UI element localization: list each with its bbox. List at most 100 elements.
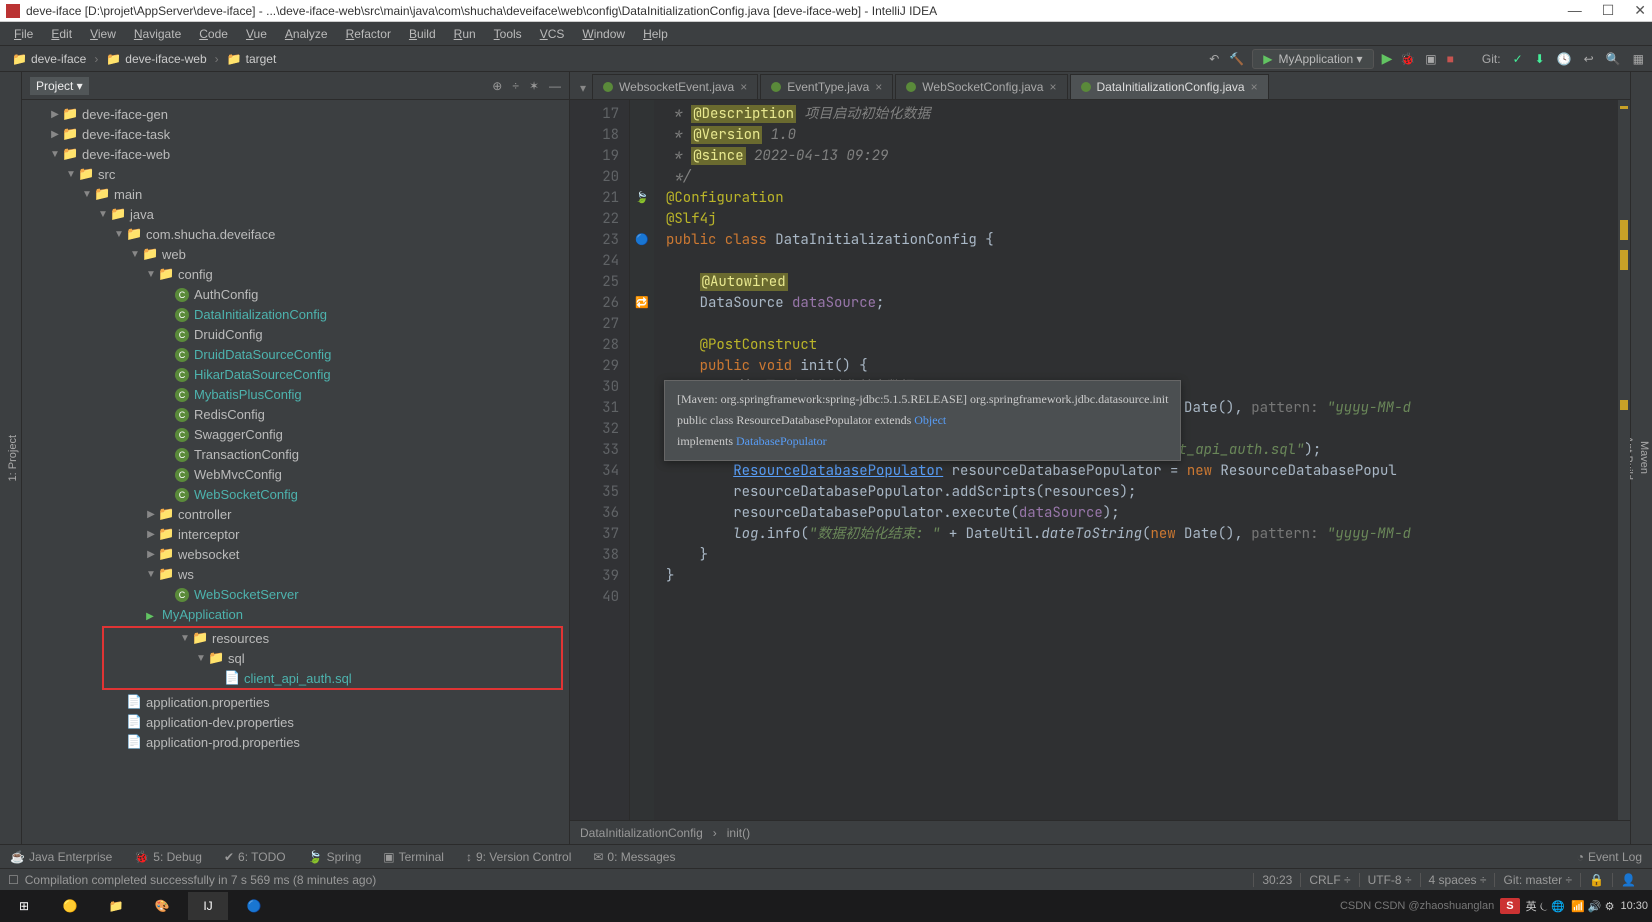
tree-node[interactable]: WebMvcConfig [22, 464, 569, 484]
hide-icon[interactable]: — [549, 79, 561, 93]
git-branch[interactable]: Git: master ÷ [1494, 873, 1580, 887]
tree-node[interactable]: MyApplication [22, 604, 569, 624]
code-editor[interactable]: [Maven: org.springframework:spring-jdbc:… [654, 100, 1630, 820]
menu-window[interactable]: Window [574, 24, 633, 44]
git-update-button[interactable]: ✓ [1511, 50, 1525, 68]
caret-position[interactable]: 30:23 [1253, 873, 1300, 887]
menu-view[interactable]: View [82, 24, 124, 44]
run-button[interactable]: ▶ [1382, 50, 1393, 67]
tree-node[interactable]: DataInitializationConfig [22, 304, 569, 324]
menu-help[interactable]: Help [635, 24, 676, 44]
todo-tab[interactable]: ✔ 6: TODO [220, 848, 290, 866]
tree-node[interactable]: RedisConfig [22, 404, 569, 424]
back-button[interactable]: ↶ [1207, 50, 1221, 68]
run-configuration-selector[interactable]: ▶ MyApplication ▾ [1252, 49, 1373, 69]
code-line[interactable] [666, 587, 1630, 608]
editor-tab[interactable]: WebsocketEvent.java× [592, 74, 758, 99]
git-history-button[interactable]: 🕓 [1555, 50, 1574, 68]
breadcrumb[interactable]: 📁target [221, 50, 283, 68]
indent-settings[interactable]: 4 spaces ÷ [1420, 873, 1495, 887]
inspector-icon[interactable]: 👤 [1612, 873, 1644, 887]
project-tree[interactable]: ▶📁deve-iface-gen▶📁deve-iface-task▼📁deve-… [22, 100, 569, 844]
tree-node[interactable]: ▼📁resources [104, 628, 561, 648]
editor-tab[interactable]: EventType.java× [760, 74, 893, 99]
tree-node[interactable]: ▼📁src [22, 164, 569, 184]
menu-code[interactable]: Code [191, 24, 236, 44]
tree-node[interactable]: ▼📁web [22, 244, 569, 264]
clock[interactable]: 10:30 [1620, 900, 1648, 912]
type-link[interactable]: DatabasePopulator [736, 434, 827, 448]
tree-node[interactable]: ▶📁interceptor [22, 524, 569, 544]
terminal-tab[interactable]: ▣ Terminal [379, 848, 448, 866]
project-view-selector[interactable]: Project ▾ [30, 77, 89, 95]
close-tab-icon[interactable]: × [875, 80, 882, 94]
code-line[interactable]: log.info("数据初始化结束: " + DateUtil.dateToSt… [666, 524, 1630, 545]
git-rollback-button[interactable]: ↩ [1582, 50, 1596, 68]
close-button[interactable]: ✕ [1634, 2, 1646, 19]
code-line[interactable]: public void init() { [666, 356, 1630, 377]
debug-tab[interactable]: 🐞 5: Debug [130, 848, 206, 866]
java-enterprise-tab[interactable]: ☕ Java Enterprise [6, 848, 116, 866]
search-everywhere-button[interactable]: 🔍 [1604, 50, 1623, 68]
tree-node[interactable]: ▼📁deve-iface-web [22, 144, 569, 164]
file-encoding[interactable]: UTF-8 ÷ [1359, 873, 1420, 887]
code-line[interactable]: @PostConstruct [666, 335, 1630, 356]
code-line[interactable]: resourceDatabasePopulator.execute(dataSo… [666, 503, 1630, 524]
explorer-icon[interactable]: 📁 [96, 892, 136, 920]
maven-tool-tab[interactable]: Maven [1636, 433, 1652, 482]
project-tool-tab[interactable]: 1: Project [5, 427, 21, 489]
breadcrumb-item[interactable]: init() [727, 826, 750, 840]
code-line[interactable]: @Slf4j [666, 209, 1630, 230]
tree-node[interactable]: ▶📁deve-iface-task [22, 124, 569, 144]
app-icon[interactable]: 🎨 [142, 892, 182, 920]
ime-indicator[interactable]: S [1500, 898, 1519, 914]
locate-icon[interactable]: ⊕ [492, 79, 502, 93]
tree-node[interactable]: ▶📁controller [22, 504, 569, 524]
tree-node[interactable]: MybatisPlusConfig [22, 384, 569, 404]
code-line[interactable]: * @Description 项目启动初始化数据 [666, 104, 1630, 125]
coverage-button[interactable]: ▣ [1423, 50, 1438, 68]
code-line[interactable]: } [666, 566, 1630, 587]
code-line[interactable]: public class DataInitializationConfig { [666, 230, 1630, 251]
tree-node[interactable]: 📄application.properties [22, 692, 569, 712]
code-line[interactable]: resourceDatabasePopulator.addScripts(res… [666, 482, 1630, 503]
code-line[interactable]: * @since 2022-04-13 09:29 [666, 146, 1630, 167]
breadcrumb[interactable]: 📁deve-iface [6, 50, 92, 68]
spring-tab[interactable]: 🍃 Spring [304, 848, 366, 866]
minimize-button[interactable]: — [1568, 2, 1582, 19]
tree-node[interactable]: AuthConfig [22, 284, 569, 304]
menu-analyze[interactable]: Analyze [277, 24, 336, 44]
intellij-icon[interactable]: IJ [188, 892, 228, 920]
tree-node[interactable]: 📄application-prod.properties [22, 732, 569, 752]
messages-tab[interactable]: ✉ 0: Messages [589, 848, 679, 866]
tree-node[interactable]: ▶📁websocket [22, 544, 569, 564]
error-stripe[interactable] [1618, 100, 1630, 820]
editor-tab[interactable]: WebSocketConfig.java× [895, 74, 1067, 99]
gear-icon[interactable]: ✶ [529, 79, 539, 93]
tree-node[interactable]: ▼📁main [22, 184, 569, 204]
tree-node[interactable]: 📄client_api_auth.sql [104, 668, 561, 688]
debug-button[interactable]: 🐞 [1400, 52, 1415, 66]
collapse-icon[interactable]: ÷ [512, 79, 519, 93]
menu-file[interactable]: File [6, 24, 41, 44]
code-line[interactable]: */ [666, 167, 1630, 188]
menu-run[interactable]: Run [446, 24, 484, 44]
code-line[interactable]: } [666, 545, 1630, 566]
code-line[interactable]: DataSource dataSource; [666, 293, 1630, 314]
ide-settings-button[interactable]: ▦ [1631, 50, 1646, 68]
tree-node[interactable]: DruidConfig [22, 324, 569, 344]
tree-node[interactable]: ▶📁deve-iface-gen [22, 104, 569, 124]
code-line[interactable]: ResourceDatabasePopulator resourceDataba… [666, 461, 1630, 482]
stop-button[interactable]: ■ [1447, 52, 1454, 66]
maximize-button[interactable]: ☐ [1602, 2, 1615, 19]
code-line[interactable] [666, 251, 1630, 272]
event-log-tab[interactable]: ◔ Event Log [1573, 848, 1646, 866]
tree-node[interactable]: ▼📁java [22, 204, 569, 224]
menu-vcs[interactable]: VCS [532, 24, 573, 44]
close-tab-icon[interactable]: × [740, 80, 747, 94]
tree-node[interactable]: ▼📁com.shucha.deveiface [22, 224, 569, 244]
breadcrumb[interactable]: 📁deve-iface-web [100, 50, 212, 68]
lock-icon[interactable]: 🔒 [1580, 873, 1612, 887]
close-tab-icon[interactable]: × [1251, 80, 1258, 94]
vcs-tab[interactable]: ↕ 9: Version Control [462, 848, 575, 866]
